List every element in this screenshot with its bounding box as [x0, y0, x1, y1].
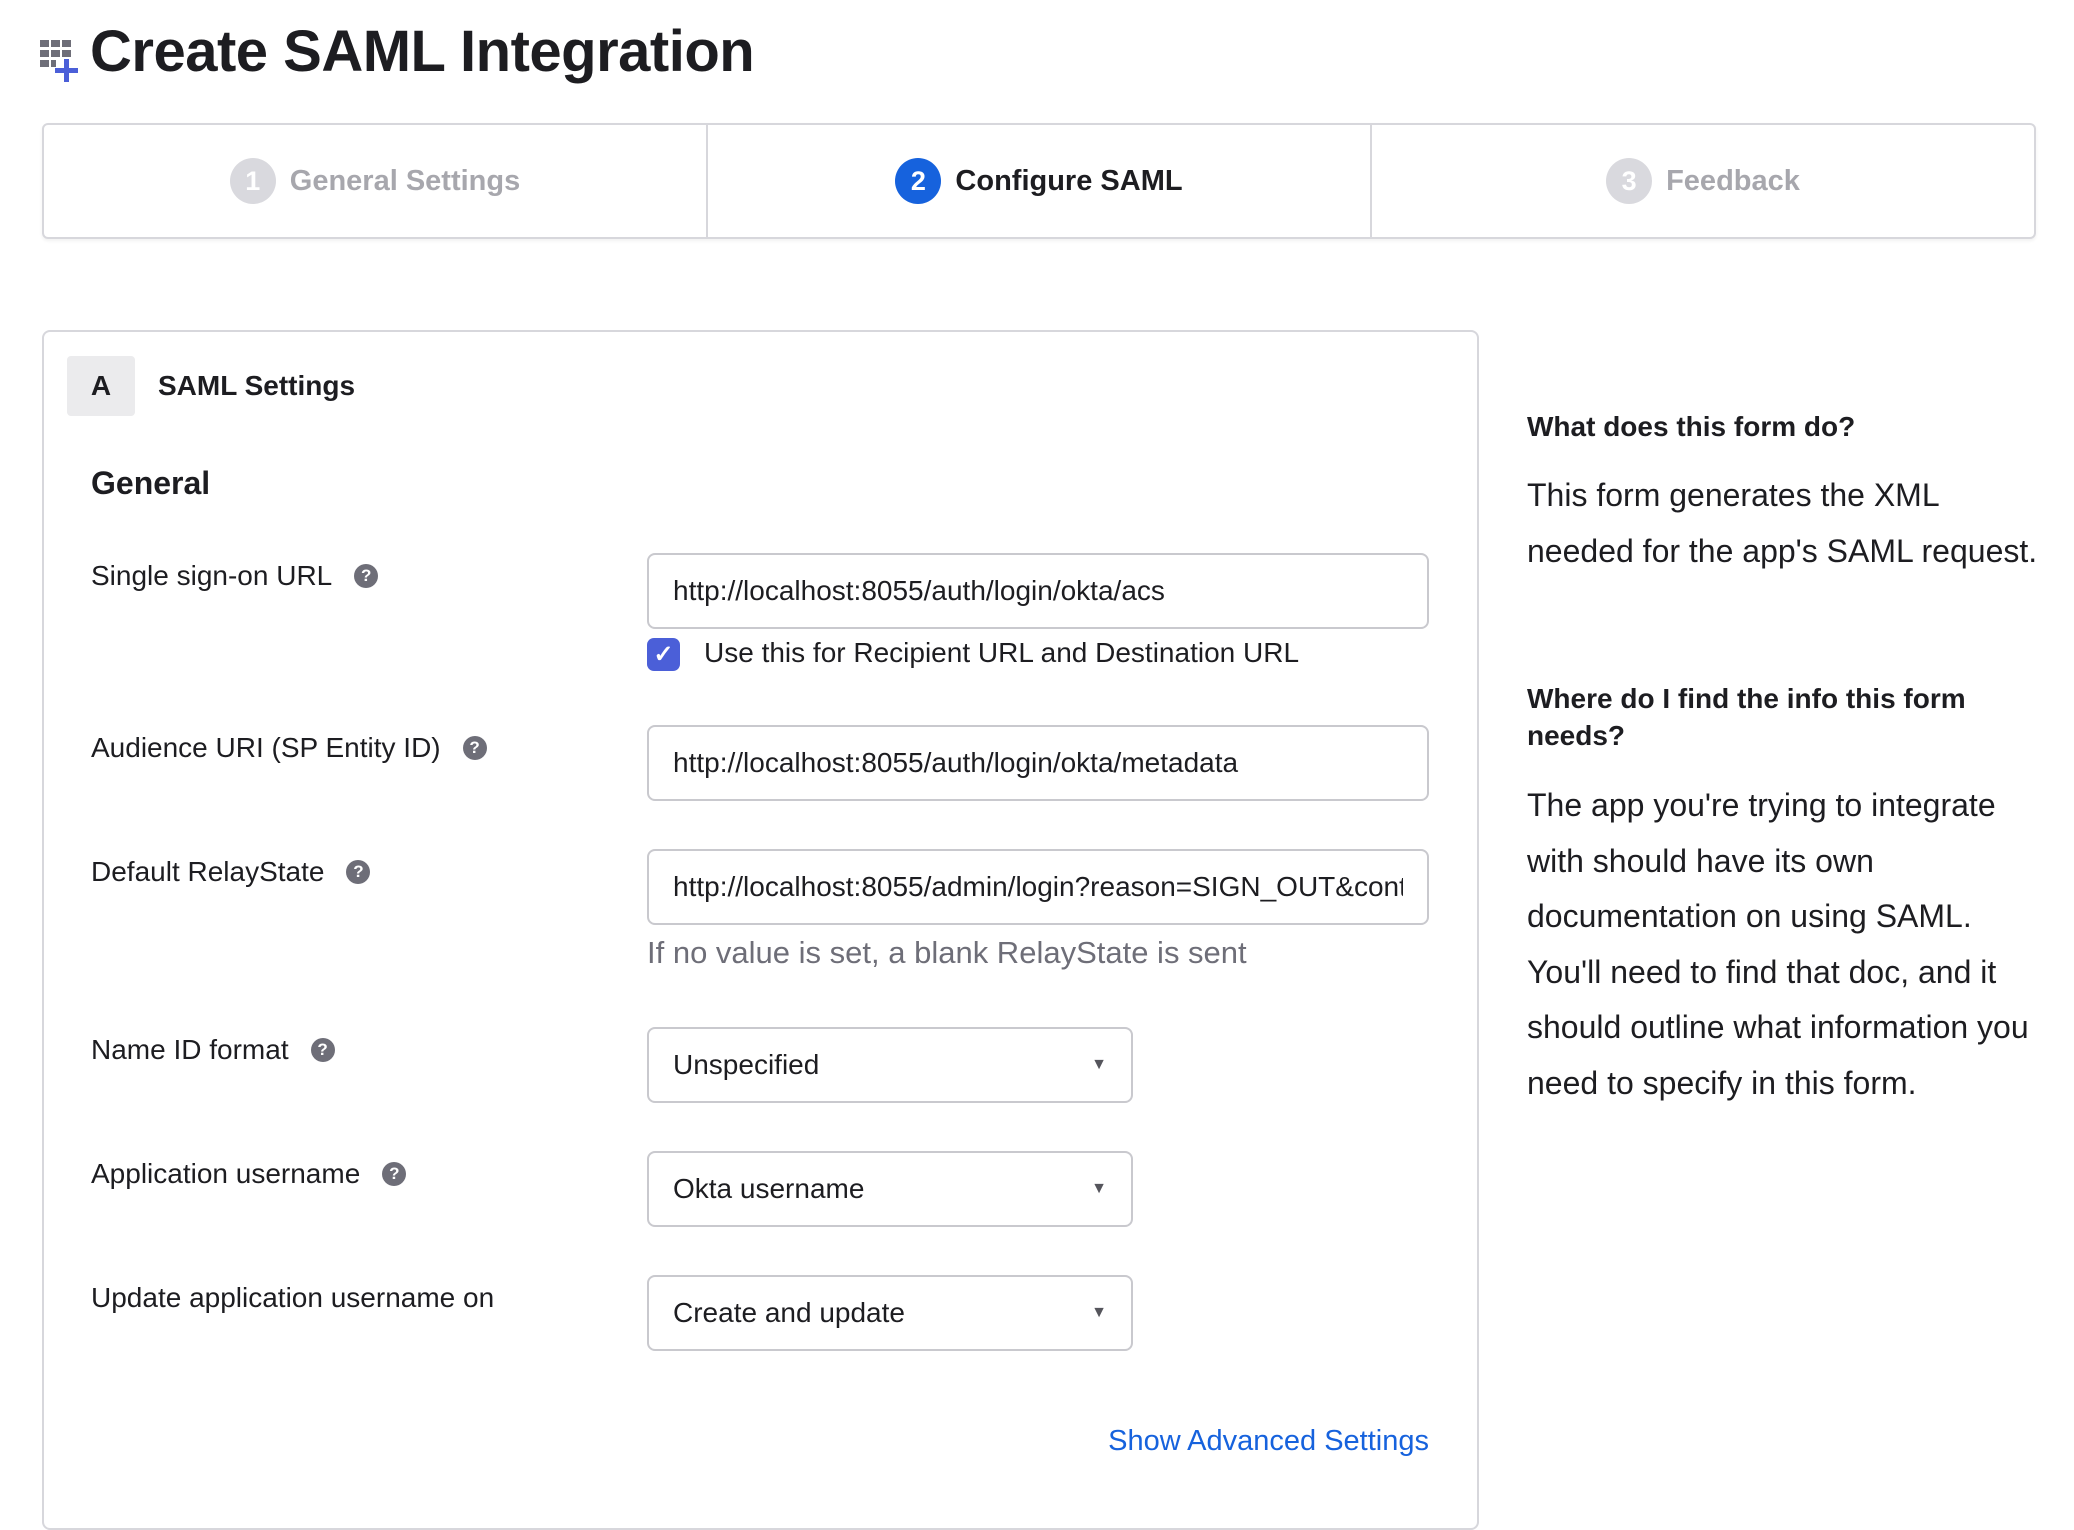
recipient-url-checkbox[interactable]: ✓: [647, 638, 680, 671]
caret-down-icon: ▼: [1091, 1304, 1107, 1321]
subsection-title: General: [91, 465, 211, 501]
label-text: Audience URI (SP Entity ID): [91, 732, 441, 763]
relay-state-input[interactable]: [647, 849, 1429, 925]
update-username-label: Update application username on: [91, 1282, 494, 1314]
name-id-format-select[interactable]: Unspecified ▼: [647, 1027, 1133, 1103]
help-icon[interactable]: ?: [346, 860, 371, 884]
help-heading-2: Where do I find the info this form needs…: [1527, 683, 1966, 751]
help-icon[interactable]: ?: [462, 736, 487, 760]
step-number: 1: [229, 158, 276, 204]
page-title: Create SAML Integration: [90, 19, 755, 84]
app-grid-plus-icon: [40, 40, 78, 82]
help-icon[interactable]: ?: [354, 564, 379, 588]
label-text: Update application username on: [91, 1282, 495, 1313]
caret-down-icon: ▼: [1091, 1056, 1107, 1073]
relay-state-label: Default RelayState?: [91, 856, 371, 888]
app-username-select[interactable]: Okta username ▼: [647, 1151, 1133, 1227]
label-text: Application username: [91, 1158, 361, 1189]
help-heading-1: What does this form do?: [1527, 411, 1856, 442]
help-icon[interactable]: ?: [310, 1038, 335, 1062]
section-title: SAML Settings: [158, 370, 356, 401]
sso-url-input[interactable]: [647, 553, 1429, 629]
help-icon[interactable]: ?: [382, 1162, 407, 1186]
help-text-2: The app you're trying to integrate with …: [1527, 787, 2029, 1101]
label-text: Single sign-on URL: [91, 560, 333, 591]
relay-state-hint: If no value is set, a blank RelayState i…: [647, 935, 1247, 970]
update-username-select[interactable]: Create and update ▼: [647, 1275, 1133, 1351]
help-text-1: This form generates the XML needed for t…: [1527, 477, 2038, 569]
select-value: Unspecified: [673, 1049, 820, 1080]
step-label: General Settings: [289, 164, 521, 197]
section-badge: A: [67, 356, 135, 416]
caret-down-icon: ▼: [1091, 1180, 1107, 1197]
audience-uri-label: Audience URI (SP Entity ID)?: [91, 732, 487, 764]
step-general-settings[interactable]: 1 General Settings: [44, 125, 708, 237]
step-configure-saml[interactable]: 2 Configure SAML: [708, 125, 1372, 237]
select-value: Okta username: [673, 1173, 865, 1204]
step-label: Feedback: [1666, 164, 1800, 197]
step-label: Configure SAML: [955, 164, 1183, 197]
wizard-stepper: 1 General Settings 2 Configure SAML 3 Feedb…: [42, 123, 2036, 239]
audience-uri-input[interactable]: [647, 725, 1429, 801]
sso-url-label: Single sign-on URL?: [91, 560, 379, 592]
recipient-url-checkbox-label[interactable]: Use this for Recipient URL and Destinati…: [704, 637, 1299, 669]
step-number: 2: [895, 158, 942, 204]
select-value: Create and update: [673, 1297, 905, 1328]
show-advanced-settings-link[interactable]: Show Advanced Settings: [1108, 1425, 1429, 1458]
label-text: Name ID format: [91, 1034, 289, 1065]
label-text: Default RelayState: [91, 856, 325, 887]
app-username-label: Application username?: [91, 1158, 407, 1190]
name-id-format-label: Name ID format?: [91, 1034, 335, 1066]
step-feedback[interactable]: 3 Feedback: [1372, 125, 2034, 237]
step-number: 3: [1606, 158, 1653, 204]
